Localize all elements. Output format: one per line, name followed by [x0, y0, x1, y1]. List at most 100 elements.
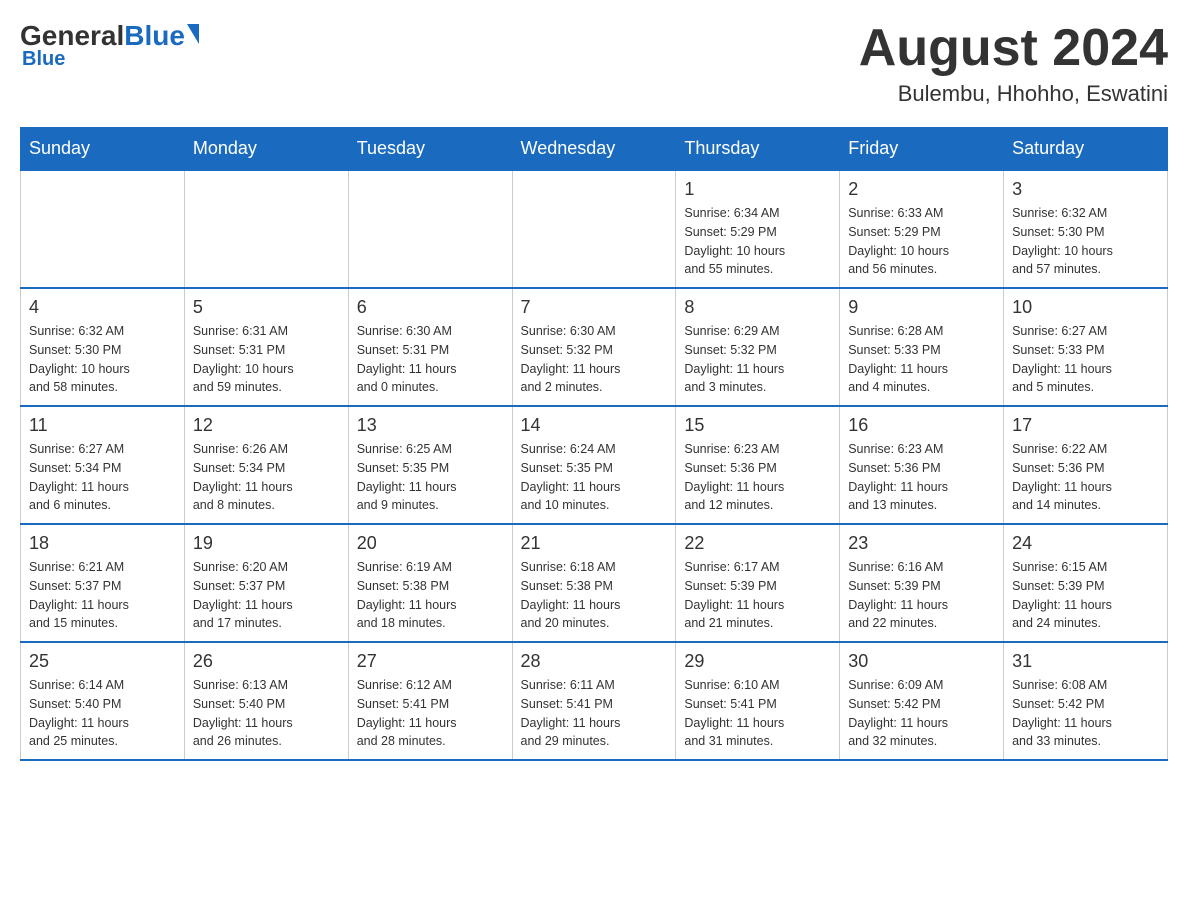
day-info: Sunrise: 6:20 AMSunset: 5:37 PMDaylight:… — [193, 558, 340, 633]
calendar-cell: 9 Sunrise: 6:28 AMSunset: 5:33 PMDaylight… — [840, 288, 1004, 406]
calendar-cell: 30Sunrise: 6:09 AMSunset: 5:42 PMDayligh… — [840, 642, 1004, 760]
day-number: 2 — [848, 179, 995, 200]
day-number: 30 — [848, 651, 995, 672]
day-number: 31 — [1012, 651, 1159, 672]
day-info: Sunrise: 6:27 AMSunset: 5:34 PMDaylight:… — [29, 440, 176, 515]
logo-underline: Blue — [22, 48, 65, 71]
calendar-header-friday: Friday — [840, 128, 1004, 171]
day-number: 29 — [684, 651, 831, 672]
day-number: 12 — [193, 415, 340, 436]
day-number: 3 — [1012, 179, 1159, 200]
day-info: Sunrise: 6:13 AMSunset: 5:40 PMDaylight:… — [193, 676, 340, 751]
title-area: August 2024 Bulembu, Hhohho, Eswatini — [859, 20, 1168, 107]
day-info: Sunrise: 6:11 AMSunset: 5:41 PMDaylight:… — [521, 676, 668, 751]
day-info: Sunrise: 6:25 AMSunset: 5:35 PMDaylight:… — [357, 440, 504, 515]
day-number: 17 — [1012, 415, 1159, 436]
calendar-header-saturday: Saturday — [1004, 128, 1168, 171]
calendar-cell: 14Sunrise: 6:24 AMSunset: 5:35 PMDayligh… — [512, 406, 676, 524]
day-info: Sunrise: 6:22 AMSunset: 5:36 PMDaylight:… — [1012, 440, 1159, 515]
day-info: Sunrise: 6:23 AMSunset: 5:36 PMDaylight:… — [684, 440, 831, 515]
day-number: 14 — [521, 415, 668, 436]
calendar-cell: 29 Sunrise: 6:10 AMSunset: 5:41 PMDayligh… — [676, 642, 840, 760]
day-number: 26 — [193, 651, 340, 672]
day-number: 5 — [193, 297, 340, 318]
day-number: 9 — [848, 297, 995, 318]
calendar-cell: 12Sunrise: 6:26 AMSunset: 5:34 PMDayligh… — [184, 406, 348, 524]
day-info: Sunrise: 6:21 AMSunset: 5:37 PMDaylight:… — [29, 558, 176, 633]
day-info: Sunrise: 6:16 AMSunset: 5:39 PMDaylight:… — [848, 558, 995, 633]
day-info: Sunrise: 6:34 AMSunset: 5:29 PMDaylight:… — [684, 204, 831, 279]
calendar-cell: 31 Sunrise: 6:08 AMSunset: 5:42 PMDayligh… — [1004, 642, 1168, 760]
day-number: 25 — [29, 651, 176, 672]
day-number: 19 — [193, 533, 340, 554]
calendar-cell: 6Sunrise: 6:30 AMSunset: 5:31 PMDaylight… — [348, 288, 512, 406]
calendar-cell — [348, 170, 512, 288]
day-info: Sunrise: 6:28 AMSunset: 5:33 PMDaylight:… — [848, 322, 995, 397]
day-info: Sunrise: 6:08 AMSunset: 5:42 PMDaylight:… — [1012, 676, 1159, 751]
day-number: 18 — [29, 533, 176, 554]
day-info: Sunrise: 6:29 AMSunset: 5:32 PMDaylight:… — [684, 322, 831, 397]
day-info: Sunrise: 6:14 AMSunset: 5:40 PMDaylight:… — [29, 676, 176, 751]
day-number: 8 — [684, 297, 831, 318]
logo-triangle-icon — [187, 24, 199, 44]
day-number: 6 — [357, 297, 504, 318]
calendar-cell: 22 Sunrise: 6:17 AMSunset: 5:39 PMDayligh… — [676, 524, 840, 642]
day-number: 4 — [29, 297, 176, 318]
day-info: Sunrise: 6:27 AMSunset: 5:33 PMDaylight:… — [1012, 322, 1159, 397]
day-info: Sunrise: 6:10 AMSunset: 5:41 PMDaylight:… — [684, 676, 831, 751]
month-title: August 2024 — [859, 20, 1168, 77]
day-info: Sunrise: 6:12 AMSunset: 5:41 PMDaylight:… — [357, 676, 504, 751]
calendar-cell: 4Sunrise: 6:32 AMSunset: 5:30 PMDaylight… — [21, 288, 185, 406]
logo-blue-text: Blue — [124, 20, 185, 52]
calendar-cell: 21 Sunrise: 6:18 AMSunset: 5:38 PMDayligh… — [512, 524, 676, 642]
calendar-cell: 28 Sunrise: 6:11 AMSunset: 5:41 PMDayligh… — [512, 642, 676, 760]
calendar-cell: 23 Sunrise: 6:16 AMSunset: 5:39 PMDayligh… — [840, 524, 1004, 642]
calendar-week-2: 4Sunrise: 6:32 AMSunset: 5:30 PMDaylight… — [21, 288, 1168, 406]
day-info: Sunrise: 6:17 AMSunset: 5:39 PMDaylight:… — [684, 558, 831, 633]
calendar-cell: 20 Sunrise: 6:19 AMSunset: 5:38 PMDayligh… — [348, 524, 512, 642]
calendar-cell: 13 Sunrise: 6:25 AMSunset: 5:35 PMDayligh… — [348, 406, 512, 524]
calendar-table: SundayMondayTuesdayWednesdayThursdayFrid… — [20, 127, 1168, 761]
calendar-cell: 17 Sunrise: 6:22 AMSunset: 5:36 PMDayligh… — [1004, 406, 1168, 524]
calendar-header-sunday: Sunday — [21, 128, 185, 171]
calendar-cell: 5Sunrise: 6:31 AMSunset: 5:31 PMDaylight… — [184, 288, 348, 406]
calendar-cell: 19 Sunrise: 6:20 AMSunset: 5:37 PMDayligh… — [184, 524, 348, 642]
calendar-cell: 1 Sunrise: 6:34 AMSunset: 5:29 PMDaylight… — [676, 170, 840, 288]
day-info: Sunrise: 6:19 AMSunset: 5:38 PMDaylight:… — [357, 558, 504, 633]
day-number: 11 — [29, 415, 176, 436]
calendar-header-monday: Monday — [184, 128, 348, 171]
calendar-week-5: 25 Sunrise: 6:14 AMSunset: 5:40 PMDayligh… — [21, 642, 1168, 760]
day-number: 24 — [1012, 533, 1159, 554]
calendar-week-1: 1 Sunrise: 6:34 AMSunset: 5:29 PMDaylight… — [21, 170, 1168, 288]
day-info: Sunrise: 6:32 AMSunset: 5:30 PMDaylight:… — [1012, 204, 1159, 279]
calendar-cell: 27 Sunrise: 6:12 AMSunset: 5:41 PMDayligh… — [348, 642, 512, 760]
day-number: 13 — [357, 415, 504, 436]
location: Bulembu, Hhohho, Eswatini — [859, 81, 1168, 107]
calendar-cell: 24 Sunrise: 6:15 AMSunset: 5:39 PMDayligh… — [1004, 524, 1168, 642]
day-info: Sunrise: 6:18 AMSunset: 5:38 PMDaylight:… — [521, 558, 668, 633]
calendar-cell — [184, 170, 348, 288]
calendar-cell: 15 Sunrise: 6:23 AMSunset: 5:36 PMDayligh… — [676, 406, 840, 524]
day-info: Sunrise: 6:30 AMSunset: 5:32 PMDaylight:… — [521, 322, 668, 397]
calendar-cell: 10 Sunrise: 6:27 AMSunset: 5:33 PMDayligh… — [1004, 288, 1168, 406]
calendar-header-tuesday: Tuesday — [348, 128, 512, 171]
day-number: 28 — [521, 651, 668, 672]
day-number: 16 — [848, 415, 995, 436]
calendar-cell: 2Sunrise: 6:33 AMSunset: 5:29 PMDaylight… — [840, 170, 1004, 288]
calendar-header-wednesday: Wednesday — [512, 128, 676, 171]
day-number: 27 — [357, 651, 504, 672]
calendar-cell: 25 Sunrise: 6:14 AMSunset: 5:40 PMDayligh… — [21, 642, 185, 760]
day-number: 1 — [684, 179, 831, 200]
day-number: 23 — [848, 533, 995, 554]
day-number: 22 — [684, 533, 831, 554]
calendar-cell: 26 Sunrise: 6:13 AMSunset: 5:40 PMDayligh… — [184, 642, 348, 760]
header: GeneralBlue Blue August 2024 Bulembu, Hh… — [20, 20, 1168, 107]
day-number: 7 — [521, 297, 668, 318]
day-number: 15 — [684, 415, 831, 436]
calendar-cell: 3 Sunrise: 6:32 AMSunset: 5:30 PMDaylight… — [1004, 170, 1168, 288]
day-number: 20 — [357, 533, 504, 554]
day-number: 21 — [521, 533, 668, 554]
day-number: 10 — [1012, 297, 1159, 318]
day-info: Sunrise: 6:15 AMSunset: 5:39 PMDaylight:… — [1012, 558, 1159, 633]
calendar-header-row: SundayMondayTuesdayWednesdayThursdayFrid… — [21, 128, 1168, 171]
